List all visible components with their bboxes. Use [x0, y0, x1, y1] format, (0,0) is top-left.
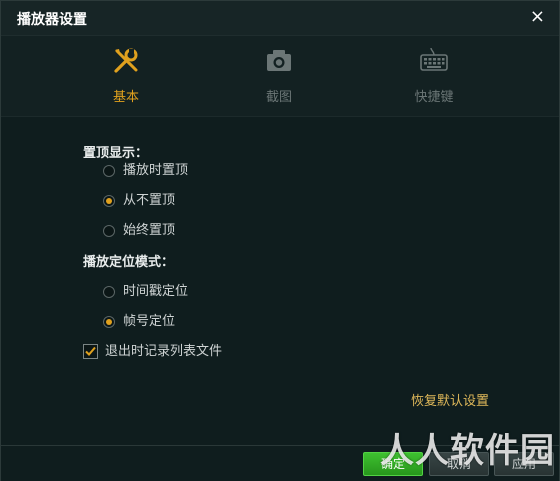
radio-button[interactable] [103, 286, 115, 298]
tab-hotkeys[interactable]: 快捷键 [389, 46, 479, 110]
radio-button[interactable] [103, 316, 115, 328]
title-bar: 播放器设置 × [1, 1, 559, 36]
ok-button[interactable]: 确定 [363, 452, 423, 476]
option-label: 时间戳定位 [123, 284, 189, 299]
tab-screenshot[interactable]: 截图 [234, 46, 324, 110]
wrench-screwdriver-icon [114, 48, 138, 73]
cancel-button[interactable]: 取消 [429, 452, 489, 476]
apply-button[interactable]: 应用 [494, 452, 554, 476]
option-label: 始终置顶 [123, 223, 176, 238]
restore-defaults-link[interactable]: 恢复默认设置 [411, 390, 489, 409]
tab-label: 快捷键 [414, 90, 454, 105]
topmost-section-title: 置顶显示： [83, 146, 149, 161]
radio-button[interactable] [103, 195, 115, 207]
keyboard-icon [420, 47, 448, 71]
dialog-title: 播放器设置 [17, 12, 87, 28]
radio-button[interactable] [103, 165, 115, 177]
checkbox[interactable] [83, 344, 98, 359]
checkmark-icon [85, 346, 96, 356]
dialog-footer: 确定 取消 应用 [1, 445, 559, 481]
settings-panel: 置顶显示： 播放时置顶 从不置顶 始终置顶 播放定位模式： 时间戳定位 帧号定位 [1, 117, 559, 445]
option-label: 从不置顶 [123, 193, 176, 208]
tab-bar: 基本 截图 快捷键 [1, 36, 559, 117]
camera-icon [267, 50, 291, 71]
option-label: 退出时记录列表文件 [105, 344, 223, 359]
close-icon[interactable]: × [530, 7, 545, 27]
tab-label: 截图 [265, 90, 292, 105]
tab-label: 基本 [112, 90, 139, 105]
settings-dialog: 播放器设置 × 基本 截图 快捷键 置顶显示： 播放时置顶 从不置顶 始终置顶 … [0, 0, 560, 481]
option-label: 帧号定位 [123, 314, 176, 329]
tab-basic[interactable]: 基本 [81, 46, 171, 110]
radio-button[interactable] [103, 225, 115, 237]
option-label: 播放时置顶 [123, 163, 189, 178]
seek-mode-section-title: 播放定位模式： [83, 255, 175, 270]
